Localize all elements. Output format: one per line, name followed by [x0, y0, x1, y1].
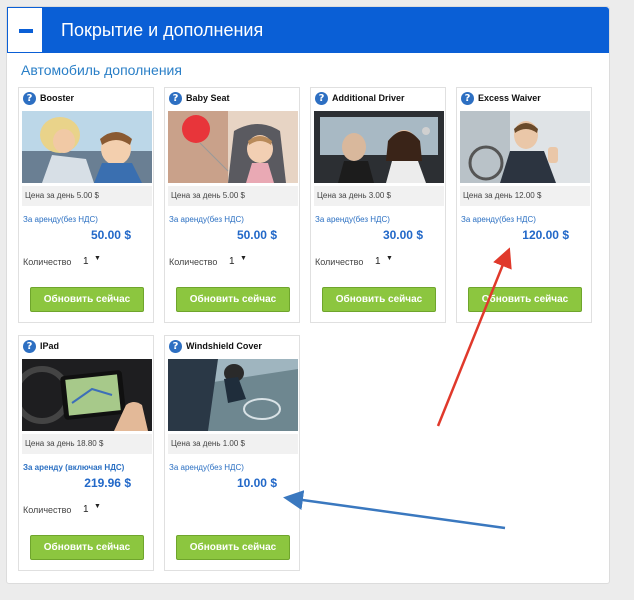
addon-photo — [22, 359, 152, 431]
quantity-select[interactable]: 1 — [375, 256, 381, 267]
per-day-price: Цена за день 12.00 $ — [460, 186, 590, 206]
section-title: Автомобиль дополнения — [21, 62, 182, 78]
update-now-button[interactable]: Обновить сейчас — [30, 287, 144, 312]
addon-name: Windshield Cover — [186, 341, 262, 351]
addon-card-booster: ? Booster Цена за день 5.00 $ За аренду(… — [18, 87, 154, 323]
quantity-select[interactable]: 1 — [83, 256, 89, 267]
rent-label: За аренду(без НДС) — [169, 215, 244, 224]
quantity-label: Количество — [315, 257, 364, 267]
addon-photo — [168, 359, 298, 431]
update-now-button[interactable]: Обновить сейчас — [322, 287, 436, 312]
addon-name: Additional Driver — [332, 93, 405, 103]
help-icon[interactable]: ? — [315, 92, 328, 105]
chevron-down-icon[interactable]: ▼ — [94, 503, 101, 510]
per-day-price: Цена за день 18.80 $ — [22, 434, 152, 454]
help-icon[interactable]: ? — [169, 340, 182, 353]
per-day-price: Цена за день 5.00 $ — [22, 186, 152, 206]
rent-price: 30.00 $ — [382, 228, 423, 242]
chevron-down-icon[interactable]: ▼ — [240, 255, 247, 262]
addon-card-windshield-cover: ? Windshield Cover Цена за день 1.00 $ З… — [164, 335, 300, 571]
rent-label: За аренду(без НДС) — [461, 215, 536, 224]
chevron-down-icon[interactable]: ▼ — [94, 255, 101, 262]
rent-price: 120.00 $ — [522, 228, 569, 242]
addon-card-baby-seat: ? Baby Seat Цена за день 5.00 $ За аренд… — [164, 87, 300, 323]
rent-label: За аренду(без НДС) — [169, 463, 244, 472]
update-now-button[interactable]: Обновить сейчас — [176, 287, 290, 312]
quantity-label: Количество — [23, 257, 72, 267]
addon-card-additional-driver: ? Additional Driver Цена за день 3.00 $ … — [310, 87, 446, 323]
panel-title: Покрытие и дополнения — [61, 20, 264, 40]
quantity-select[interactable]: 1 — [229, 256, 235, 267]
collapse-icon[interactable] — [7, 7, 43, 53]
addon-card-ipad: ? IPad Цена за день 18.80 $ За аренду (в… — [18, 335, 154, 571]
help-icon[interactable]: ? — [23, 340, 36, 353]
per-day-price: Цена за день 5.00 $ — [168, 186, 298, 206]
addon-photo — [314, 111, 444, 183]
rent-price: 50.00 $ — [90, 228, 131, 242]
addon-name: Booster — [40, 93, 75, 103]
rent-price: 10.00 $ — [236, 476, 277, 490]
rent-price: 50.00 $ — [236, 228, 277, 242]
per-day-price: Цена за день 1.00 $ — [168, 434, 298, 454]
rent-price: 219.96 $ — [84, 476, 131, 490]
quantity-select[interactable]: 1 — [83, 504, 89, 515]
addon-photo — [168, 111, 298, 183]
panel-header[interactable]: Покрытие и дополнения — [7, 7, 609, 53]
addon-photo — [22, 111, 152, 183]
per-day-price: Цена за день 3.00 $ — [314, 186, 444, 206]
addon-name: Excess Waiver — [478, 93, 541, 103]
quantity-label: Количество — [23, 505, 72, 515]
rent-label: За аренду(без НДС) — [315, 215, 390, 224]
update-now-button[interactable]: Обновить сейчас — [30, 535, 144, 560]
addon-card-excess-waiver: ? Excess Waiver Цена за день 12.00 $ За … — [456, 87, 592, 323]
addon-name: IPad — [40, 341, 60, 351]
update-now-button[interactable]: Обновить сейчас — [468, 287, 582, 312]
update-now-button[interactable]: Обновить сейчас — [176, 535, 290, 560]
quantity-label: Количество — [169, 257, 218, 267]
addon-name: Baby Seat — [186, 93, 230, 103]
rent-label: За аренду (включая НДС) — [23, 463, 125, 472]
help-icon[interactable]: ? — [461, 92, 474, 105]
addon-photo — [460, 111, 590, 183]
help-icon[interactable]: ? — [23, 92, 36, 105]
help-icon[interactable]: ? — [169, 92, 182, 105]
rent-label: За аренду(без НДС) — [23, 215, 98, 224]
chevron-down-icon[interactable]: ▼ — [386, 255, 393, 262]
